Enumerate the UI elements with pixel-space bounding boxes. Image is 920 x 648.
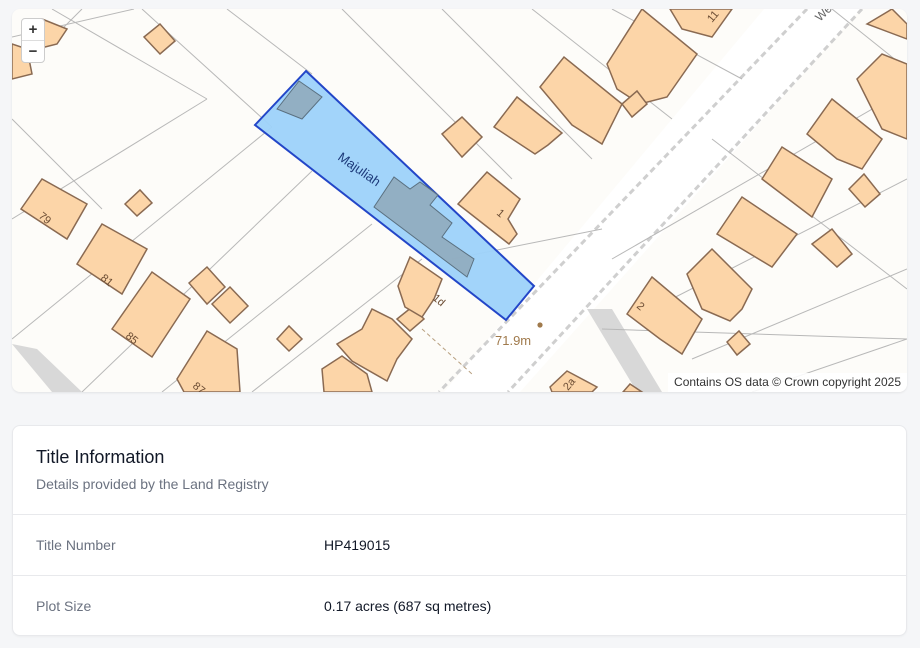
building (847, 172, 882, 209)
building (492, 95, 564, 155)
row-label: Title Number (36, 537, 116, 553)
map-view[interactable]: Majuliah 71.9m We 79 81 85 87 1 1d 2 11 … (12, 9, 907, 392)
card-subtitle: Details provided by the Land Registry (36, 476, 269, 492)
building (669, 9, 733, 38)
building (865, 9, 907, 40)
card-title: Title Information (36, 447, 165, 467)
building (440, 115, 484, 159)
zoom-in-button[interactable]: + (22, 19, 44, 40)
elevation-label: 71.9m (495, 333, 531, 348)
building (715, 195, 799, 268)
elevation-marker (537, 322, 543, 328)
side-lane-left (12, 344, 82, 392)
building (810, 227, 854, 269)
building (176, 329, 241, 392)
plot-size-row: Plot Size 0.17 acres (687 sq metres) (13, 575, 906, 637)
building (625, 275, 703, 356)
zoom-control: + − (21, 18, 45, 63)
row-value: 0.17 acres (687 sq metres) (324, 598, 492, 614)
dashed-boundary (421, 328, 473, 375)
building (19, 178, 89, 241)
map-attribution: Contains OS data © Crown copyright 2025 (668, 373, 907, 392)
row-value: HP419015 (324, 537, 391, 553)
building (123, 188, 154, 218)
building (142, 22, 177, 56)
building (686, 247, 753, 322)
zoom-out-button[interactable]: − (22, 40, 44, 62)
building (761, 145, 833, 219)
map-canvas[interactable]: Majuliah 71.9m We 79 81 85 87 1 1d 2 11 … (12, 9, 907, 392)
title-information-card: Title Information Details provided by th… (12, 425, 907, 636)
building (275, 324, 304, 353)
title-number-row: Title Number HP419015 (13, 514, 906, 576)
building (725, 329, 752, 357)
row-label: Plot Size (36, 598, 92, 614)
